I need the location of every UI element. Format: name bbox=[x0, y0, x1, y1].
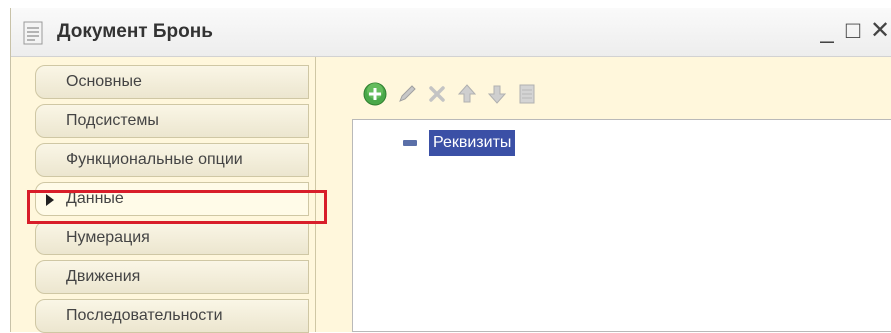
tab-label: Движения bbox=[66, 268, 141, 285]
collapse-icon[interactable] bbox=[403, 140, 417, 146]
data-panel: Реквизиты bbox=[315, 57, 891, 332]
tab-osnovnye[interactable]: Основные bbox=[35, 65, 309, 99]
tab-posledovatelnosti[interactable]: Последовательности bbox=[35, 299, 309, 333]
tree-node-rekvizity[interactable]: Реквизиты bbox=[429, 130, 516, 156]
document-icon bbox=[23, 21, 43, 45]
window-title: Документ Бронь bbox=[57, 21, 213, 42]
tab-label: Основные bbox=[66, 73, 142, 90]
add-icon[interactable] bbox=[362, 81, 388, 107]
tab-label: Функциональные опции bbox=[66, 151, 243, 168]
tab-label: Последовательности bbox=[66, 307, 223, 324]
tab-numeratsiya[interactable]: Нумерация bbox=[35, 221, 309, 255]
delete-icon[interactable] bbox=[424, 81, 450, 107]
tab-label: Подсистемы bbox=[66, 112, 159, 129]
attributes-tree[interactable]: Реквизиты bbox=[352, 119, 891, 332]
tab-funktsionalnye-optsii[interactable]: Функциональные опции bbox=[35, 143, 309, 177]
move-down-icon[interactable] bbox=[484, 81, 510, 107]
minimize-button[interactable]: _ bbox=[815, 18, 839, 44]
edit-icon[interactable] bbox=[394, 81, 420, 107]
title-bar: Документ Бронь _ □ ✕ bbox=[11, 8, 891, 57]
tree-toolbar bbox=[362, 81, 662, 111]
close-button[interactable]: ✕ bbox=[868, 18, 891, 44]
highlight-frame bbox=[27, 190, 327, 224]
sort-icon[interactable] bbox=[514, 81, 540, 107]
move-up-icon[interactable] bbox=[454, 81, 480, 107]
maximize-button[interactable]: □ bbox=[841, 18, 865, 44]
tab-podsistemy[interactable]: Подсистемы bbox=[35, 104, 309, 138]
document-window: Документ Бронь _ □ ✕ Основные Подсистемы… bbox=[10, 8, 891, 333]
tab-label: Нумерация bbox=[66, 229, 150, 246]
tab-dvizheniya[interactable]: Движения bbox=[35, 260, 309, 294]
